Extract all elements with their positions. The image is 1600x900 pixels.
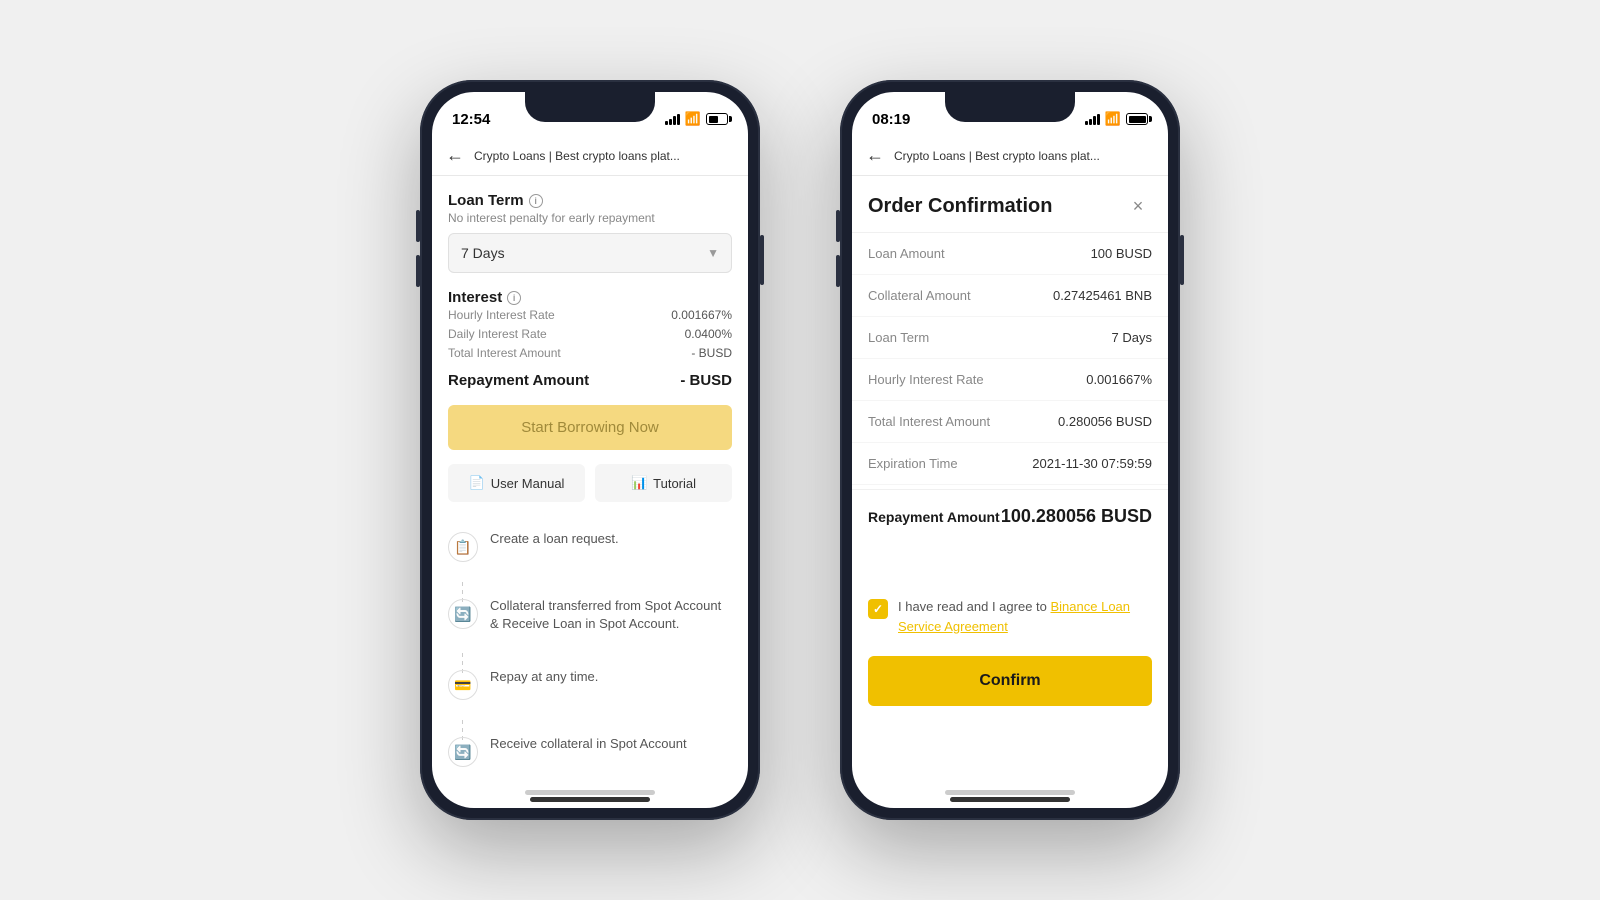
phone-2: 08:19 📶 ← Crypto Loans | [840,80,1180,820]
hourly-rate-row: Hourly Interest Rate 0.001667% [448,308,732,322]
modal-header: Order Confirmation × [852,176,1168,233]
chevron-down-icon: ▼ [707,246,719,260]
loan-amount-row: Loan Amount 100 BUSD [852,233,1168,275]
step-4: 🔄 Receive collateral in Spot Account [448,735,732,767]
time-1: 12:54 [452,111,490,128]
repayment-amount-row: Repayment Amount - BUSD [448,372,732,389]
agreement-checkbox[interactable]: ✓ [868,599,888,619]
signal-icon-2 [1085,114,1100,125]
loan-term-detail-value: 7 Days [1112,330,1152,345]
hourly-rate-detail-value: 0.001667% [1086,372,1152,387]
action-buttons: 📄 User Manual 📊 Tutorial [448,464,732,502]
confirm-btn-wrap: Confirm [852,646,1168,722]
url-bar-1: Crypto Loans | Best crypto loans plat... [474,149,734,163]
status-icons-2: 📶 [1085,111,1148,127]
loan-term-info-icon[interactable]: i [529,194,543,208]
steps-list: 📋 Create a loan request. 🔄 Collateral tr… [448,522,732,776]
modal-title: Order Confirmation [868,195,1052,218]
confirm-button[interactable]: Confirm [868,656,1152,706]
phone-1-notch [525,92,655,122]
step-1-text: Create a loan request. [490,530,619,548]
phone-1: 12:54 📶 ← Crypto Loans | [420,80,760,820]
step-2-text: Collateral transferred from Spot Account… [490,597,732,633]
tutorial-icon: 📊 [631,475,647,491]
scene: 12:54 📶 ← Crypto Loans | [0,0,1600,900]
user-manual-icon: 📄 [469,475,485,491]
collateral-amount-value: 0.27425461 BNB [1053,288,1152,303]
step-3-text: Repay at any time. [490,668,598,686]
browser-bar-2: ← Crypto Loans | Best crypto loans plat.… [852,136,1168,176]
tutorial-button[interactable]: 📊 Tutorial [595,464,732,502]
daily-rate-row: Daily Interest Rate 0.0400% [448,327,732,341]
total-interest-detail-value: 0.280056 BUSD [1058,414,1152,429]
time-2: 08:19 [872,111,910,128]
browser-bar-1: ← Crypto Loans | Best crypto loans plat.… [432,136,748,176]
tutorial-label: Tutorial [653,476,696,491]
hourly-rate-detail-row: Hourly Interest Rate 0.001667% [852,359,1168,401]
step-2-icon: 🔄 [448,599,478,629]
battery-icon-1 [706,113,728,125]
spacer [852,543,1168,583]
start-borrowing-button[interactable]: Start Borrowing Now [448,405,732,450]
home-indicator-1 [525,790,655,795]
total-interest-detail-label: Total Interest Amount [868,414,990,429]
vol-up-btn [416,210,420,242]
expiration-time-row: Expiration Time 2021-11-30 07:59:59 [852,443,1168,485]
loan-term-subtext: No interest penalty for early repayment [448,211,732,225]
collateral-amount-row: Collateral Amount 0.27425461 BNB [852,275,1168,317]
battery-icon-2 [1126,113,1148,125]
signal-icon [665,114,680,125]
repayment-label: Repayment Amount [868,509,1000,525]
step-1: 📋 Create a loan request. [448,530,732,562]
interest-info-icon[interactable]: i [507,291,521,305]
phone2-vol-dn [836,255,840,287]
loan-amount-value: 100 BUSD [1091,246,1152,261]
expiration-time-label: Expiration Time [868,456,958,471]
phone2-vol-up [836,210,840,242]
loan-term-label: Loan Term i [448,192,732,209]
step-2: 🔄 Collateral transferred from Spot Accou… [448,597,732,633]
loan-term-detail-label: Loan Term [868,330,929,345]
home-bar-2 [950,797,1070,802]
interest-label: Interest i [448,289,732,306]
phone1-content[interactable]: Loan Term i No interest penalty for earl… [432,176,748,776]
step-1-icon: 📋 [448,532,478,562]
loan-amount-label: Loan Amount [868,246,945,261]
url-bar-2: Crypto Loans | Best crypto loans plat... [894,149,1154,163]
order-confirmation-modal[interactable]: Order Confirmation × Loan Amount 100 BUS… [852,176,1168,776]
bottom-bar-2 [852,776,1168,808]
total-interest-row: Total Interest Amount - BUSD [448,346,732,360]
close-button[interactable]: × [1124,192,1152,220]
loan-term-detail-row: Loan Term 7 Days [852,317,1168,359]
agreement-section: ✓ I have read and I agree to Binance Loa… [852,583,1168,646]
step-4-icon: 🔄 [448,737,478,767]
status-icons-1: 📶 [665,111,728,127]
total-interest-detail-row: Total Interest Amount 0.280056 BUSD [852,401,1168,443]
step-3: 💳 Repay at any time. [448,668,732,700]
back-arrow-1[interactable]: ← [446,145,464,166]
expiration-time-value: 2021-11-30 07:59:59 [1032,456,1152,471]
loan-term-select[interactable]: 7 Days ▼ [448,233,732,273]
power-btn [760,235,764,285]
collateral-amount-label: Collateral Amount [868,288,971,303]
back-arrow-2[interactable]: ← [866,145,884,166]
vol-dn-btn [416,255,420,287]
wifi-icon-2: 📶 [1105,111,1121,127]
phone2-power [1180,235,1184,285]
step-3-icon: 💳 [448,670,478,700]
phone-2-notch [945,92,1075,122]
repayment-row: Repayment Amount 100.280056 BUSD [868,506,1152,527]
home-bar-1 [530,797,650,802]
user-manual-label: User Manual [491,476,565,491]
repayment-value: 100.280056 BUSD [1001,506,1152,527]
home-indicator-2 [945,790,1075,795]
user-manual-button[interactable]: 📄 User Manual [448,464,585,502]
step-4-text: Receive collateral in Spot Account [490,735,687,753]
wifi-icon: 📶 [685,111,701,127]
repayment-section: Repayment Amount 100.280056 BUSD [852,489,1168,543]
hourly-rate-detail-label: Hourly Interest Rate [868,372,984,387]
bottom-bar-1 [432,776,748,808]
agreement-text: I have read and I agree to Binance Loan … [898,597,1152,636]
